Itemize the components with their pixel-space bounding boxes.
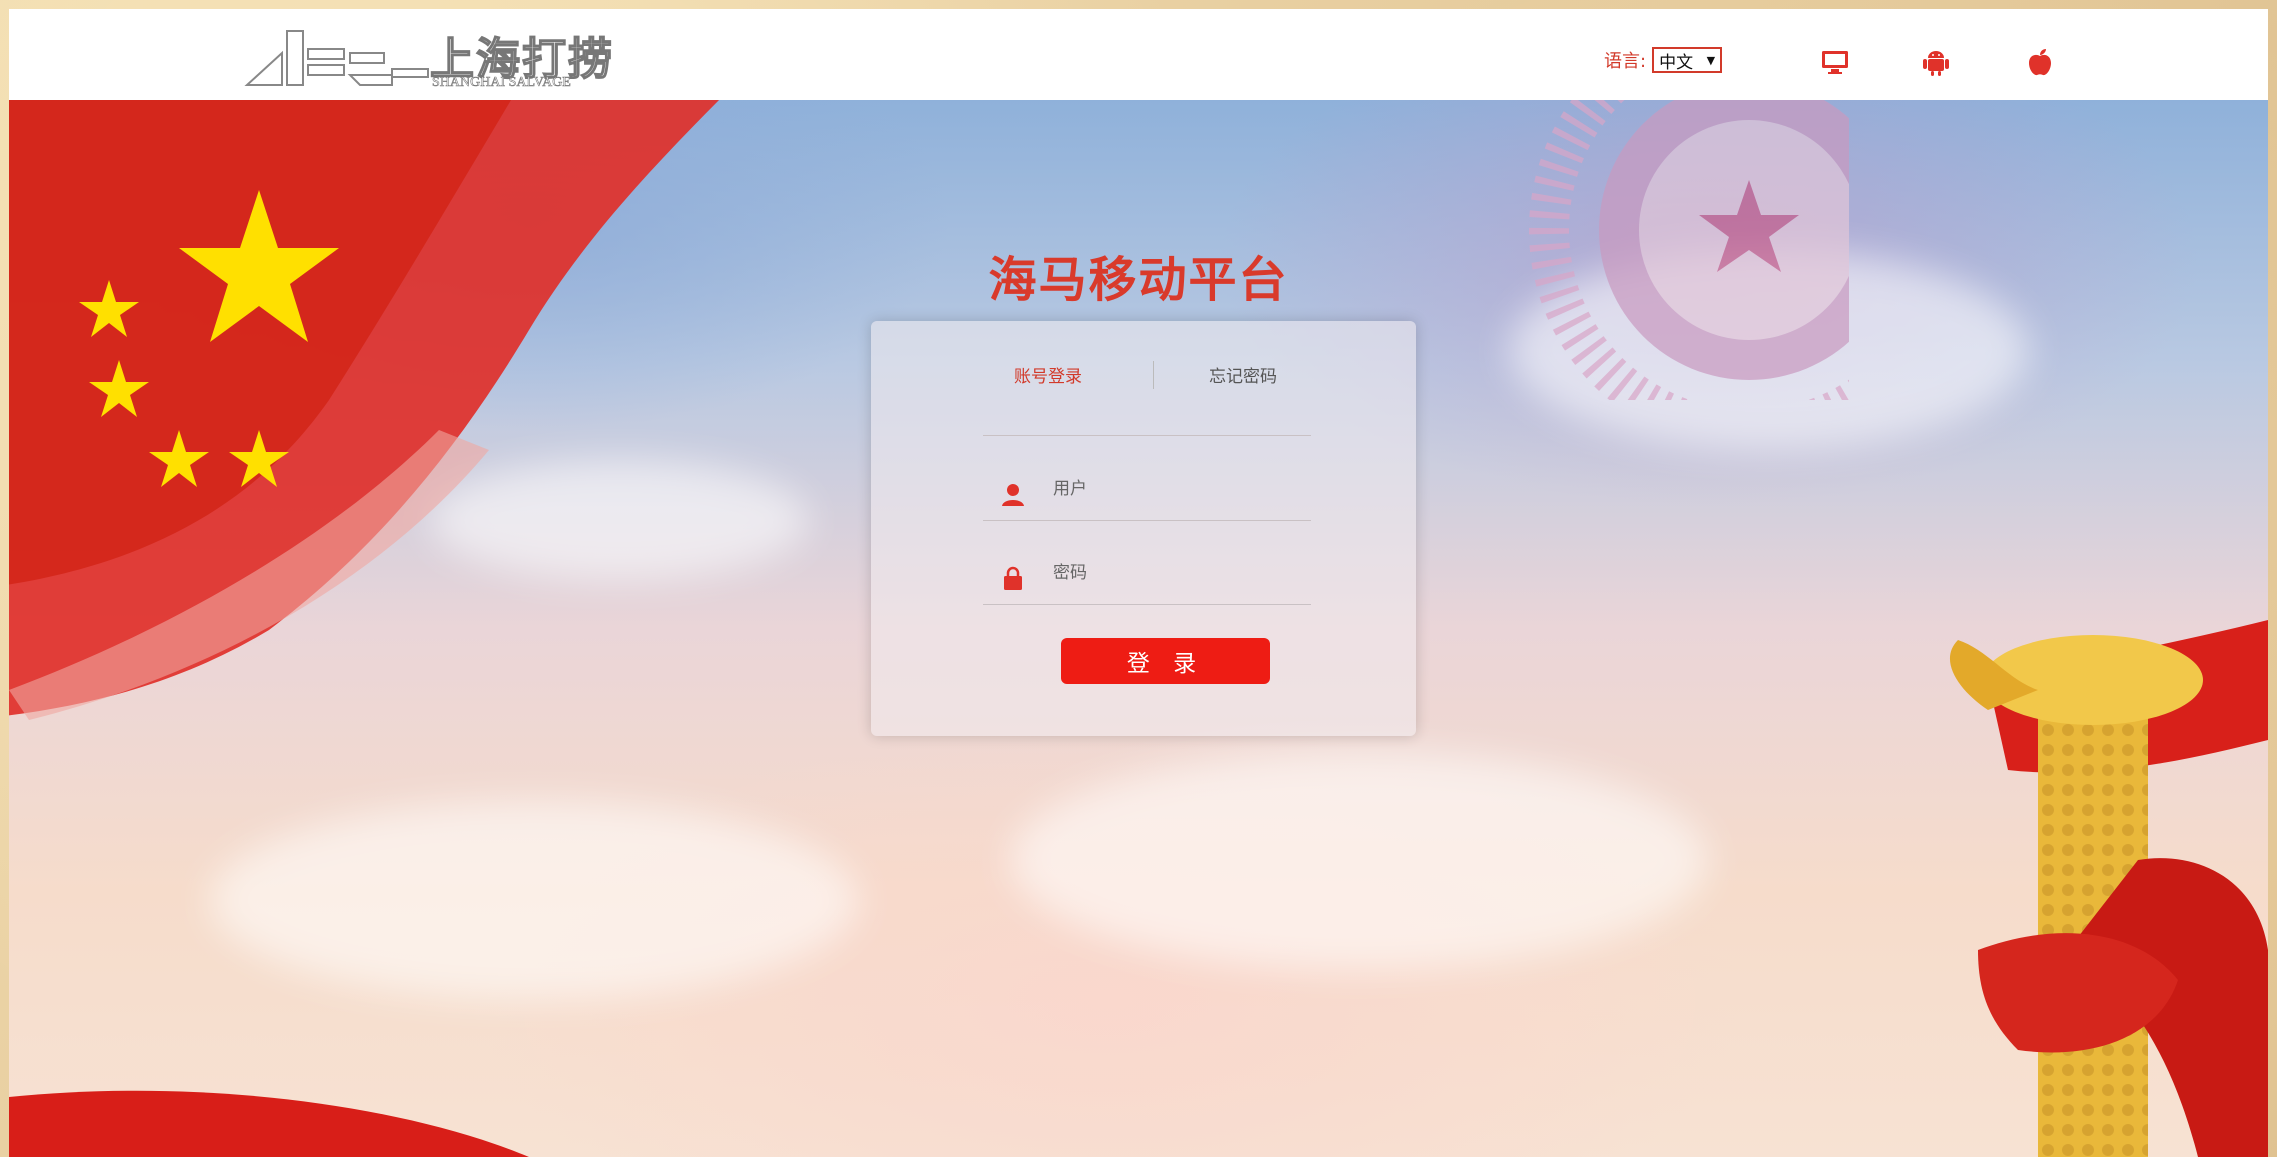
login-button[interactable]: 登 录 xyxy=(1061,638,1270,684)
login-page: 上海打捞 SHANGHAI SALVAGE 语言: 中文 ▼ 海马移动平台 账号… xyxy=(9,9,2268,1157)
chevron-down-icon: ▼ xyxy=(1706,53,1716,67)
user-icon xyxy=(1002,484,1024,506)
logo-en-text: SHANGHAI SALVAGE xyxy=(432,75,571,91)
password-field xyxy=(983,548,1311,605)
language-selector: 语言: 中文 ▼ xyxy=(1604,47,1723,73)
language-value: 中文 xyxy=(1659,52,1694,73)
login-card: 账号登录 忘记密码 登 录 xyxy=(871,321,1416,736)
china-flag-decoration xyxy=(9,70,749,720)
language-dropdown[interactable]: 中文 ▼ xyxy=(1652,47,1723,73)
top-header: 上海打捞 SHANGHAI SALVAGE 语言: 中文 ▼ xyxy=(9,9,2268,100)
lock-icon xyxy=(1004,566,1022,590)
tab-forgot-password[interactable]: 忘记密码 xyxy=(1123,362,1363,387)
huabiao-pillar-decoration xyxy=(1949,620,2268,1157)
username-field xyxy=(983,464,1311,521)
salvage-logo: 上海打捞 SHANGHAI SALVAGE xyxy=(242,23,634,93)
desktop-icon[interactable] xyxy=(1820,47,1850,77)
password-input[interactable] xyxy=(1051,560,1305,586)
cloud-shape xyxy=(1009,750,1709,970)
red-ribbon-decoration xyxy=(9,1090,529,1157)
tab-underline xyxy=(983,435,1311,436)
android-icon[interactable] xyxy=(1921,47,1951,77)
logo-mark-icon xyxy=(244,30,429,86)
username-input[interactable] xyxy=(1051,476,1305,502)
page-title: 海马移动平台 xyxy=(988,252,1289,308)
cloud-shape xyxy=(209,800,859,1000)
hero-background: 海马移动平台 账号登录 忘记密码 登 录 xyxy=(9,70,2268,1157)
apple-icon[interactable] xyxy=(2025,47,2055,77)
language-label: 语言: xyxy=(1604,51,1647,72)
